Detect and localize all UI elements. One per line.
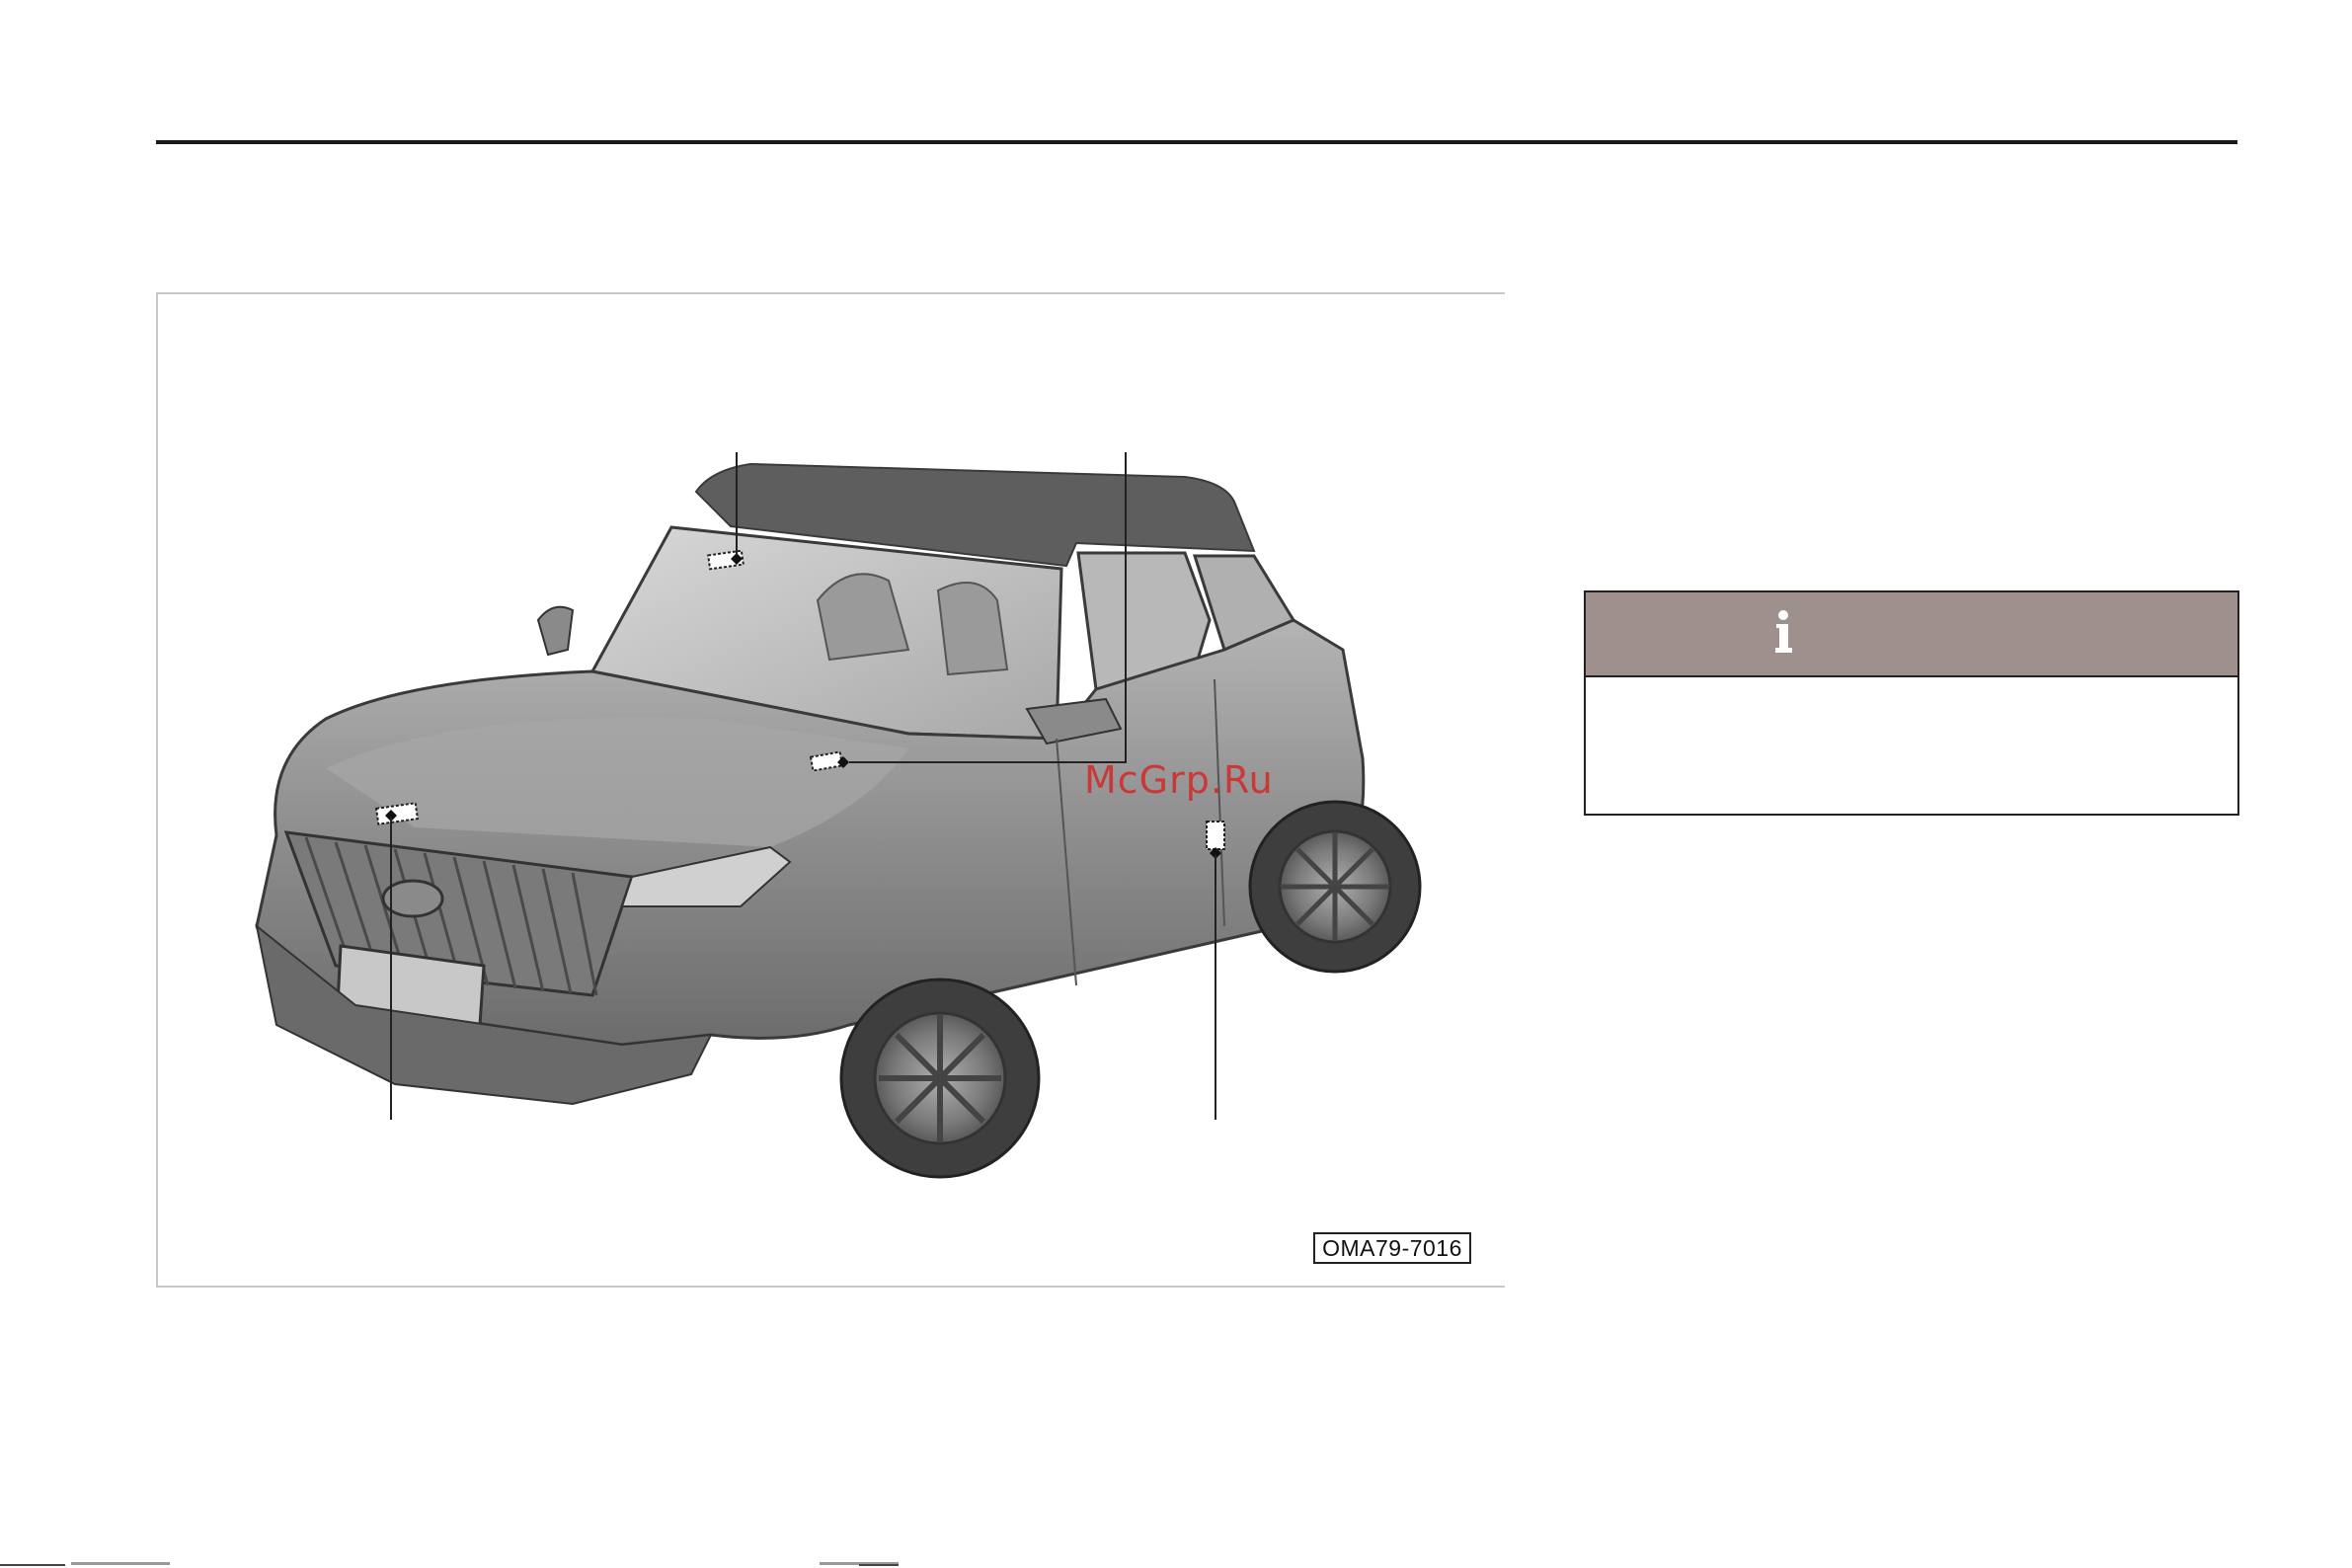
figure-code-label: OMA79-7016 (1313, 1232, 1471, 1264)
vehicle-figure: McGrp.Ru OMA79-7016 (156, 292, 1505, 1288)
watermark-text: McGrp.Ru (1084, 758, 1274, 802)
vehicle-illustration (255, 452, 1422, 1179)
page-footer-marks (0, 1562, 899, 1566)
info-notice-box (1584, 590, 2239, 816)
header-rule (156, 140, 2237, 144)
info-icon (1775, 610, 1792, 653)
info-notice-header (1586, 592, 2237, 677)
